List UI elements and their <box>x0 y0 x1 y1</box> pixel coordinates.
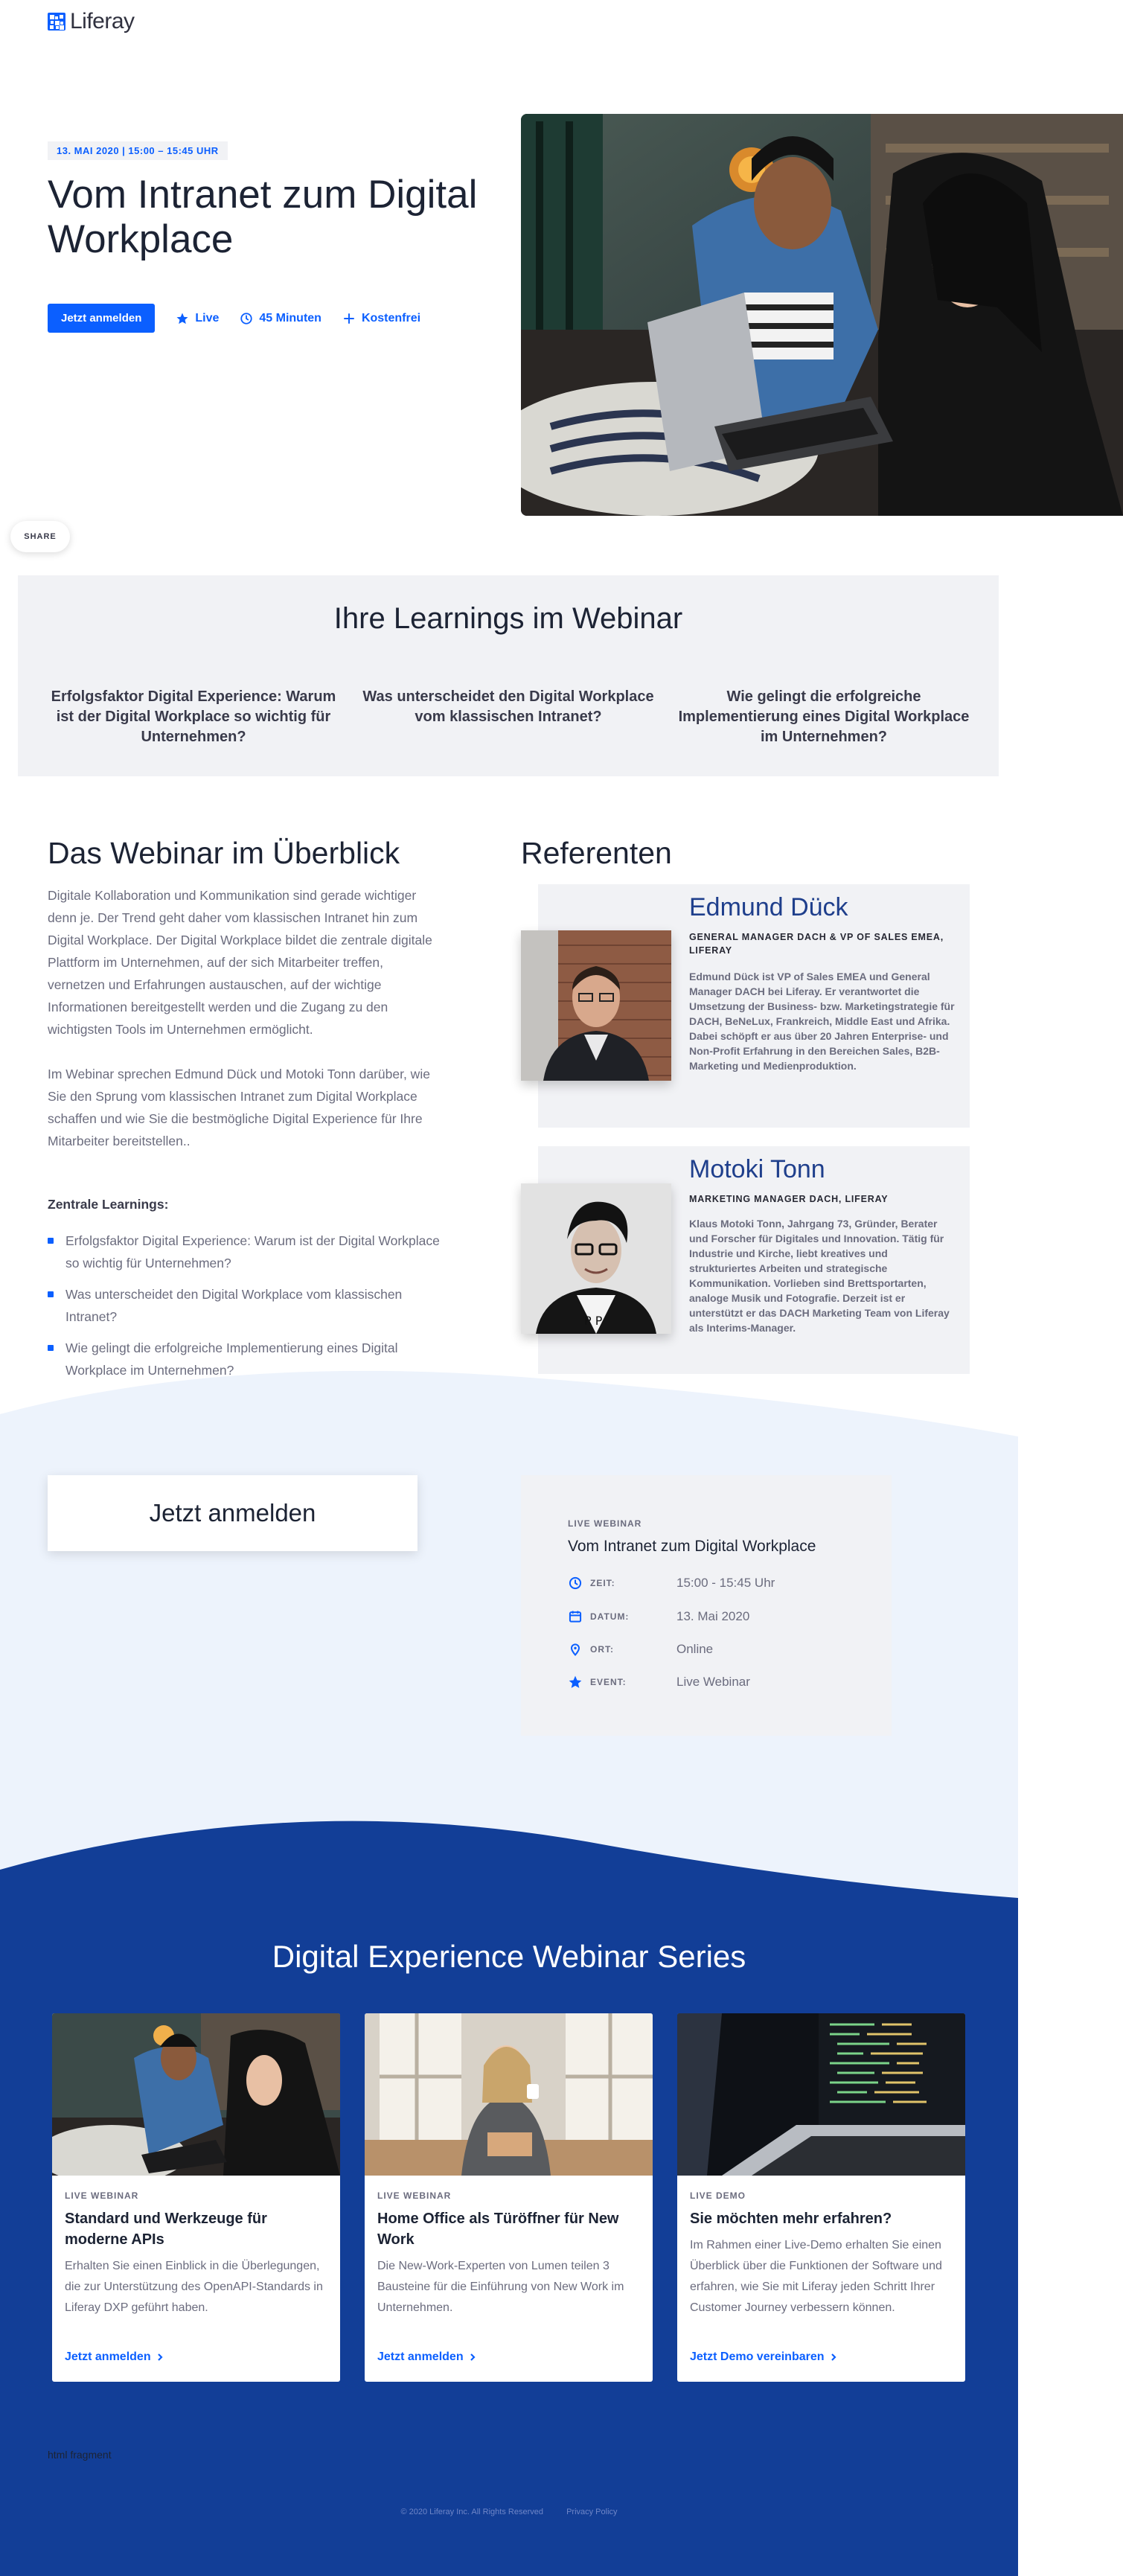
hero-actions: Jetzt anmelden Live 45 Minuten Kostenfre… <box>48 304 420 333</box>
series-title: Digital Experience Webinar Series <box>272 1939 746 1974</box>
event-title: Vom Intranet zum Digital Workplace <box>568 1538 816 1555</box>
footer: © 2020 Liferay Inc. All Rights Reserved … <box>0 2508 1018 2516</box>
register-button[interactable]: Jetzt anmelden <box>48 304 156 333</box>
speaker-role: GENERAL MANAGER DACH & VP OF SALES EMEA,… <box>689 932 944 956</box>
card-image <box>52 2013 340 2176</box>
overview-text: Digitale Kollaboration und Kommunikation… <box>48 884 442 1174</box>
card-image <box>677 2013 965 2176</box>
speaker-bio: Edmund Dück ist VP of Sales EMEA und Gen… <box>689 971 955 1072</box>
card-title: Sie möchten mehr erfahren? <box>690 2211 892 2227</box>
page-title: Vom Intranet zum Digital Workplace <box>48 173 478 261</box>
event-kicker: LIVE WEBINAR <box>568 1518 642 1529</box>
chevron-right-icon <box>157 2353 163 2361</box>
speakers-title: Referenten <box>521 836 672 870</box>
chevron-right-icon <box>470 2353 476 2361</box>
plus-icon <box>343 313 354 324</box>
event-row-time: ZEIT: 15:00 - 15:45 Uhr <box>568 1576 775 1591</box>
meta-duration: 45 Minuten <box>240 312 321 325</box>
liferay-logo-icon <box>48 13 65 31</box>
learnings-list-title: Zentrale Learnings: <box>48 1197 169 1212</box>
event-label: EVENT: <box>590 1677 627 1687</box>
event-row-type: EVENT: Live Webinar <box>568 1675 750 1690</box>
star-icon <box>176 313 188 324</box>
card-title: Standard und Werkzeuge für moderne APIs <box>65 2211 267 2248</box>
list-item: Was unterscheidet den Digital Workplace … <box>48 1283 442 1328</box>
overview-title: Das Webinar im Überblick <box>48 836 400 870</box>
card-link-label: Jetzt Demo vereinbaren <box>690 2350 825 2363</box>
series-card[interactable]: LIVE WEBINAR Home Office als Türöffner f… <box>365 2013 653 2382</box>
card-link-label: Jetzt anmelden <box>65 2350 151 2363</box>
card-image <box>365 2013 653 2176</box>
html-fragment-label: html fragment <box>48 2449 112 2461</box>
event-details-card: LIVE WEBINAR Vom Intranet zum Digital Wo… <box>521 1475 892 1736</box>
speaker-name: Motoki Tonn <box>689 1155 825 1183</box>
clock-icon <box>569 1576 582 1590</box>
footer-privacy-link[interactable]: Privacy Policy <box>566 2508 617 2516</box>
speaker-role: MARKETING MANAGER DACH, LIFERAY <box>689 1194 889 1204</box>
card-link-label: Jetzt anmelden <box>377 2350 464 2363</box>
event-label: DATUM: <box>590 1611 630 1622</box>
card-register-link[interactable]: Jetzt anmelden <box>65 2350 164 2364</box>
meta-live: Live <box>176 312 219 325</box>
event-label: ORT: <box>590 1644 614 1655</box>
card-kicker: LIVE WEBINAR <box>65 2190 139 2201</box>
liferay-logo[interactable]: Liferay <box>48 9 135 34</box>
calendar-icon <box>569 1611 582 1623</box>
event-value: 15:00 - 15:45 Uhr <box>676 1576 775 1590</box>
bullet-icon <box>48 1238 54 1244</box>
meta-price: Kostenfrei <box>342 312 420 325</box>
bullet-icon <box>48 1345 54 1351</box>
overview-paragraph: Im Webinar sprechen Edmund Dück und Moto… <box>48 1067 430 1148</box>
footer-copyright: © 2020 Liferay Inc. All Rights Reserved <box>400 2508 543 2516</box>
series-card[interactable]: LIVE DEMO Sie möchten mehr erfahren? Im … <box>677 2013 965 2382</box>
svg-text:P P: P P <box>584 1314 603 1328</box>
bullet-icon <box>48 1291 54 1297</box>
learnings-list: Erfolgsfaktor Digital Experience: Warum … <box>48 1230 442 1390</box>
clock-icon <box>240 312 253 325</box>
list-item-text: Erfolgsfaktor Digital Experience: Warum … <box>65 1233 440 1271</box>
card-kicker: LIVE DEMO <box>690 2190 746 2201</box>
chevron-right-icon <box>831 2353 836 2361</box>
meta-live-label: Live <box>195 311 220 325</box>
speaker-photo <box>521 930 671 1081</box>
event-label: ZEIT: <box>590 1578 615 1588</box>
speaker-bio: Klaus Motoki Tonn, Jahrgang 73, Gründer,… <box>689 1218 950 1334</box>
event-row-location: ORT: Online <box>568 1642 713 1657</box>
event-row-date: DATUM: 13. Mai 2020 <box>568 1609 749 1624</box>
list-item-text: Was unterscheidet den Digital Workplace … <box>65 1287 403 1324</box>
learnings-title: Ihre Learnings im Webinar <box>333 602 683 635</box>
hero-image <box>521 114 1123 516</box>
location-icon <box>570 1643 580 1657</box>
event-value: Online <box>676 1642 714 1656</box>
card-text: Im Rahmen einer Live-Demo erhalten Sie e… <box>690 2239 942 2314</box>
card-demo-link[interactable]: Jetzt Demo vereinbaren <box>690 2350 838 2364</box>
star-icon <box>569 1675 582 1688</box>
list-item: Erfolgsfaktor Digital Experience: Warum … <box>48 1230 442 1274</box>
meta-duration-label: 45 Minuten <box>259 311 321 325</box>
register-cta-button[interactable]: Jetzt anmelden <box>48 1475 417 1551</box>
card-text: Die New-Work-Experten von Lumen teilen 3… <box>377 2260 624 2314</box>
learnings-section: Ihre Learnings im Webinar Erfolgsfaktor … <box>18 575 999 776</box>
card-kicker: LIVE WEBINAR <box>377 2190 452 2201</box>
share-button[interactable]: SHARE <box>10 521 70 552</box>
event-value: 13. Mai 2020 <box>676 1609 750 1623</box>
speaker-name: Edmund Dück <box>689 893 848 921</box>
event-date-badge: 13. MAI 2020 | 15:00 – 15:45 UHR <box>48 141 228 160</box>
series-card[interactable]: LIVE WEBINAR Standard und Werkzeuge für … <box>52 2013 340 2382</box>
meta-price-label: Kostenfrei <box>361 311 421 325</box>
card-title: Home Office als Türöffner für New Work <box>377 2211 619 2248</box>
logo-text: Liferay <box>70 9 135 33</box>
card-register-link[interactable]: Jetzt anmelden <box>377 2350 477 2364</box>
learning-item: Was unterscheidet den Digital Workplace … <box>362 688 654 725</box>
learning-item: Erfolgsfaktor Digital Experience: Warum … <box>51 688 336 745</box>
event-value: Live Webinar <box>676 1675 750 1689</box>
card-text: Erhalten Sie einen Einblick in die Überl… <box>65 2260 323 2314</box>
overview-paragraph: Digitale Kollaboration und Kommunikation… <box>48 888 432 1037</box>
speaker-photo: P P <box>521 1183 671 1334</box>
learning-item: Wie gelingt die erfolgreiche Implementie… <box>678 688 970 745</box>
